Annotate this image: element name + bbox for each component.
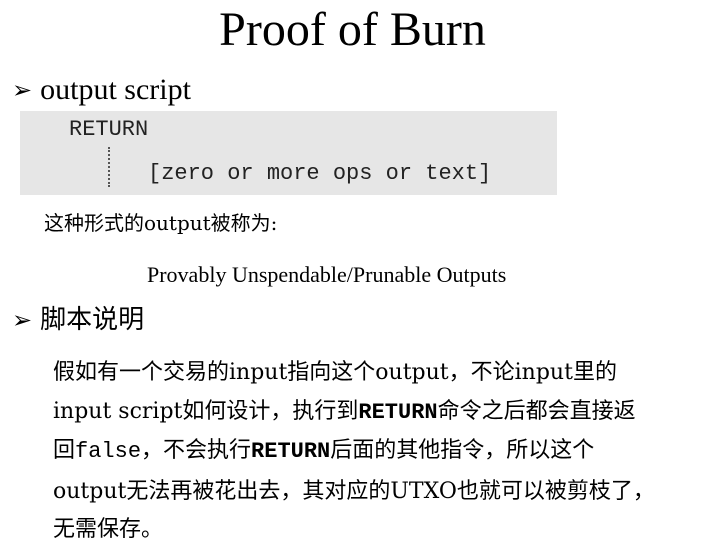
code-line-return: RETURN xyxy=(69,117,149,142)
arrow-bullet-icon: ➢ xyxy=(12,306,33,334)
vertical-ellipsis-icon xyxy=(108,147,114,187)
bullet-script-explanation: ➢ 脚本说明 xyxy=(12,303,144,337)
body-line-3: 回false，不会执行RETURN后面的其他指令，所以这个 xyxy=(53,436,594,467)
keyword-return: RETURN xyxy=(358,400,438,425)
bullet-label: 脚本说明 xyxy=(40,305,145,335)
page-title: Proof of Burn xyxy=(219,3,486,56)
body-line-4: output无法再被花出去，其对应的UTXO也就可以被剪枝了， xyxy=(53,479,655,504)
arrow-bullet-icon: ➢ xyxy=(12,76,33,104)
bullet-label: output script xyxy=(40,73,191,106)
body-line-5: 无需保存。 xyxy=(53,517,164,542)
code-block: RETURN [zero or more ops or text] xyxy=(20,111,557,195)
body-text: 回 xyxy=(53,438,76,463)
bullet-output-script: ➢ output script xyxy=(12,73,191,107)
body-text: 后面的其他指令，所以这个 xyxy=(330,438,595,463)
body-line-1: 假如有一个交易的input指向这个output，不论input里的 xyxy=(53,360,617,385)
keyword-return: RETURN xyxy=(251,439,331,464)
body-text: ，不会执行 xyxy=(141,438,252,463)
code-line-ops: [zero or more ops or text] xyxy=(148,161,492,186)
description-text: 这种形式的output被称为: xyxy=(44,211,278,235)
body-line-2: input script如何设计，执行到RETURN命令之后都会直接返 xyxy=(53,397,636,428)
outputs-name: Provably Unspendable/Prunable Outputs xyxy=(147,262,507,287)
body-text: input script如何设计，执行到 xyxy=(53,399,359,424)
body-text: 命令之后都会直接返 xyxy=(437,399,636,424)
keyword-false: false xyxy=(75,439,142,464)
